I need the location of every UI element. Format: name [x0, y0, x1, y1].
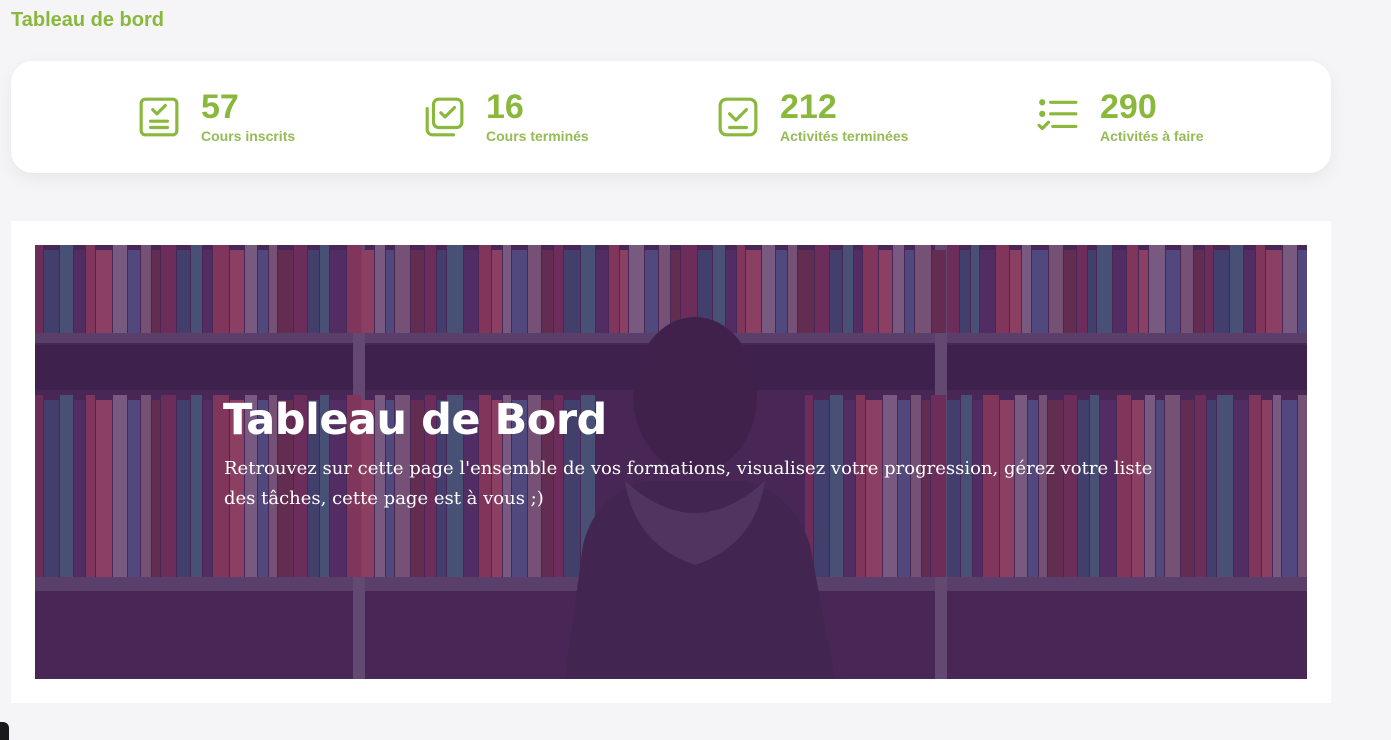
corner-mark: [0, 722, 9, 740]
stat-cours-inscrits: 57 Cours inscrits: [137, 61, 295, 173]
stat-label: Cours inscrits: [201, 128, 296, 144]
stat-cours-termines: 16 Cours terminés: [422, 61, 589, 173]
stat-value: 57: [201, 88, 239, 126]
stat-activites-terminees: 212 Activités terminées: [716, 61, 908, 173]
stat-value: 16: [486, 88, 524, 126]
hero-banner: Tableau de Bord Retrouvez sur cette page…: [35, 245, 1307, 679]
page-title: Tableau de bord: [11, 9, 164, 31]
stats-card: 57 Cours inscrits 16 Cours terminés 212: [11, 61, 1331, 173]
stat-label: Activités terminées: [780, 128, 909, 144]
stat-value: 290: [1100, 88, 1157, 126]
banner-card: Tableau de Bord Retrouvez sur cette page…: [11, 221, 1331, 703]
check-box-icon: [716, 95, 760, 139]
stacked-check-icon: [422, 95, 466, 139]
todo-list-icon: [1036, 95, 1080, 139]
stat-label: Cours terminés: [486, 128, 589, 144]
checklist-icon: [137, 95, 181, 139]
banner-description: Retrouvez sur cette page l'ensemble de v…: [224, 458, 1153, 509]
stat-label: Activités à faire: [1100, 128, 1204, 144]
stat-value: 212: [780, 88, 837, 126]
stat-activites-a-faire: 290 Activités à faire: [1036, 61, 1204, 173]
banner-title: Tableau de Bord: [223, 395, 607, 445]
